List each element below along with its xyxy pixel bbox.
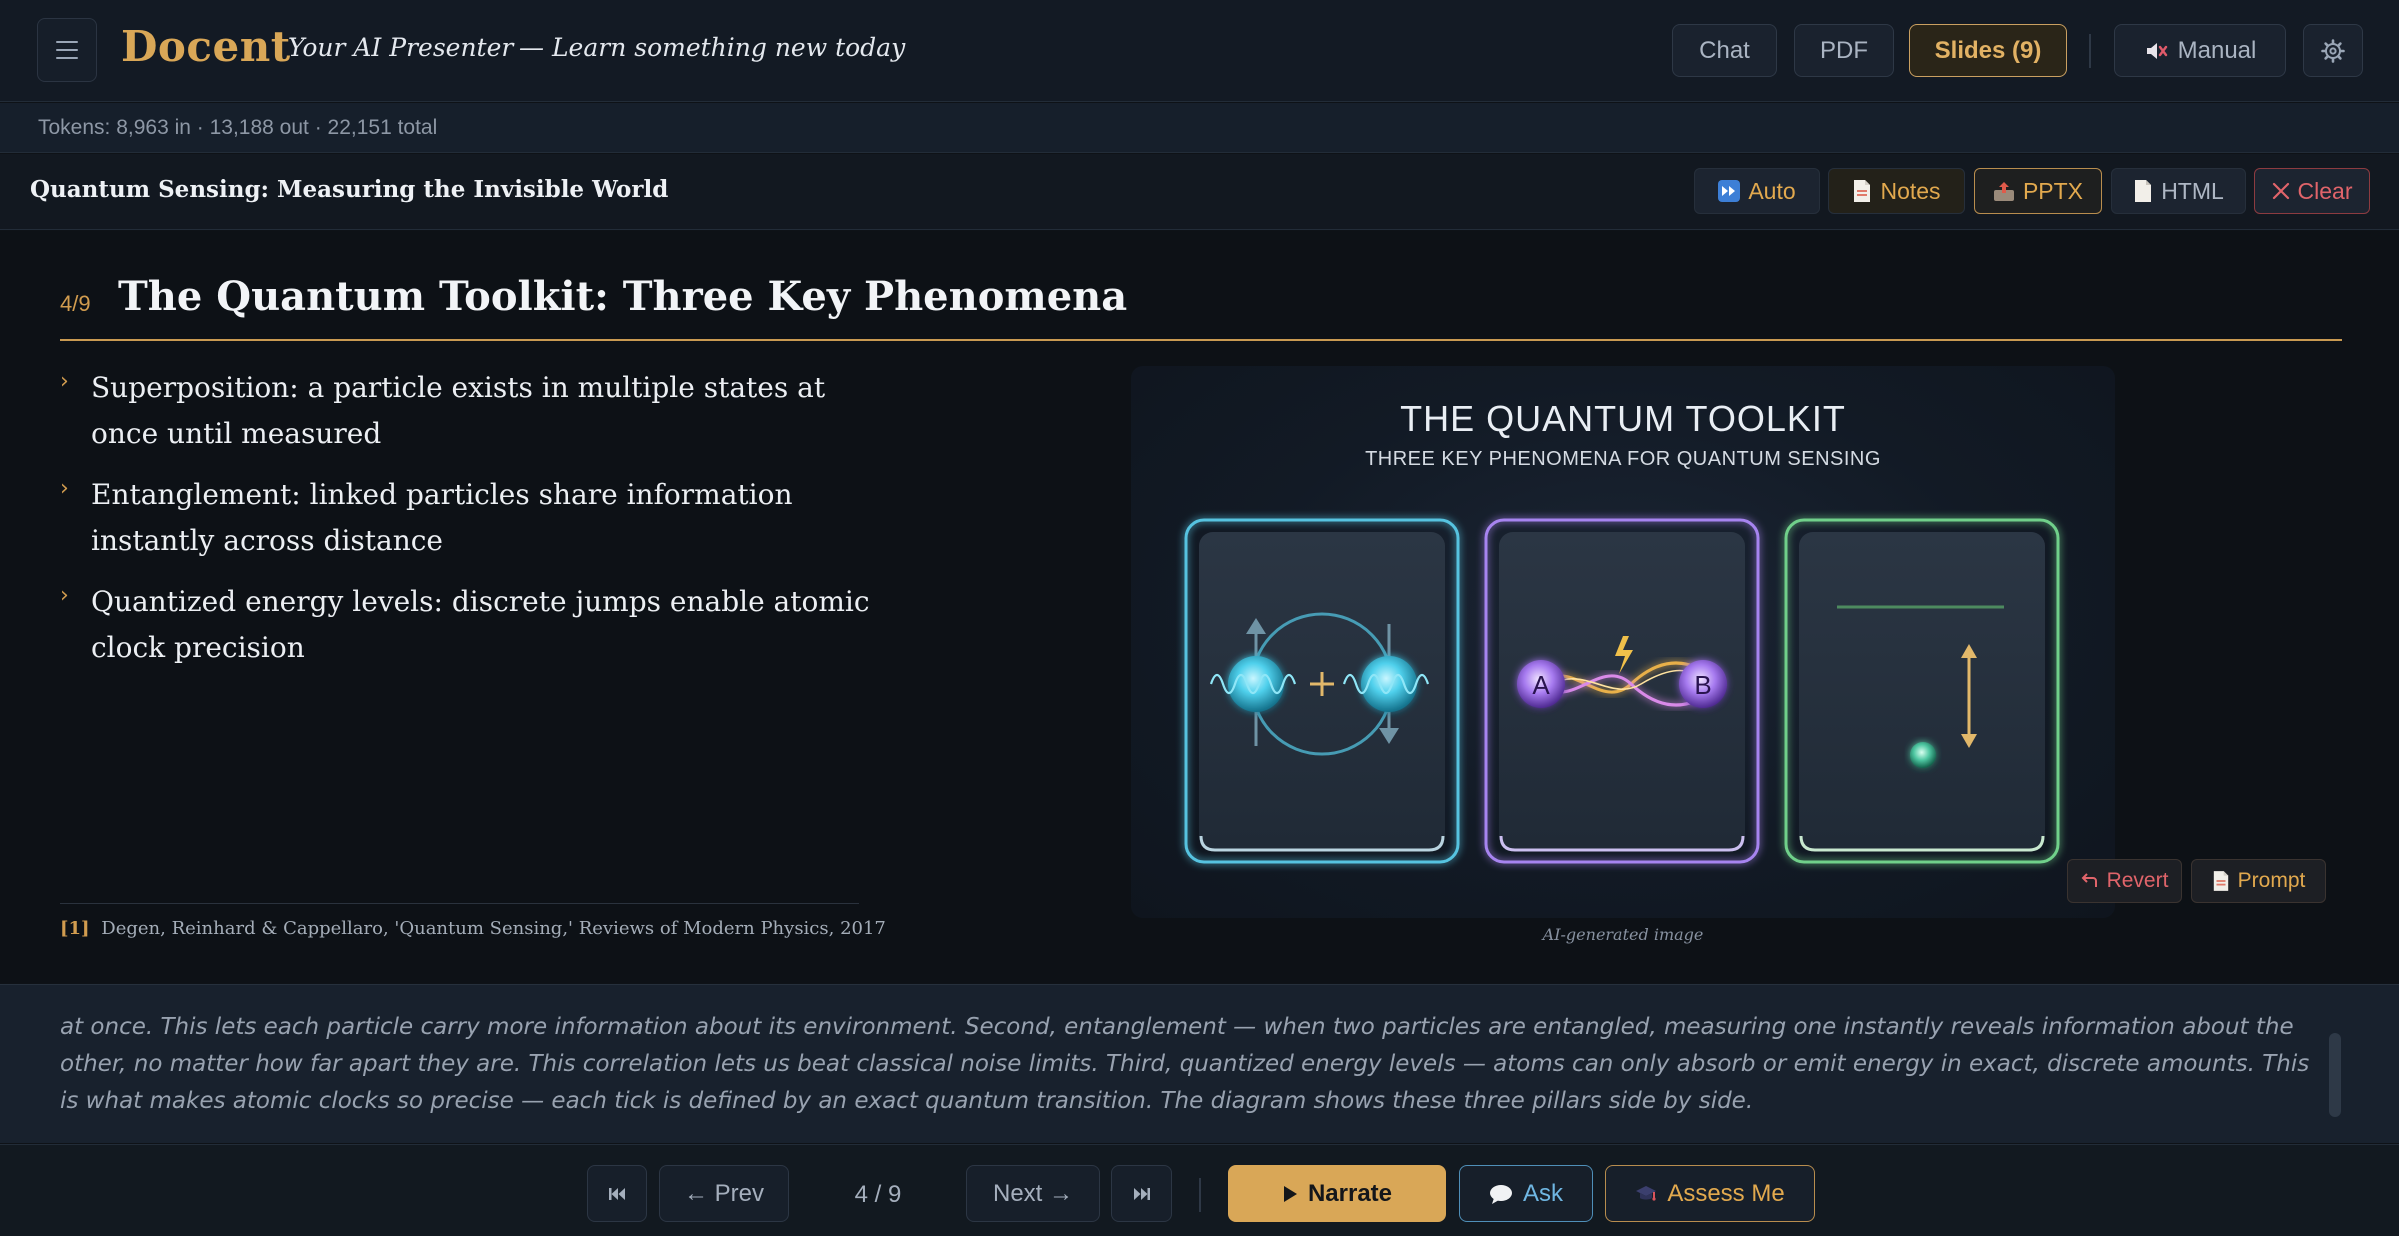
citation-marker: [1]	[60, 918, 90, 939]
prev-slide-button[interactable]: ← Prev	[659, 1165, 789, 1222]
slide-navigation: ← Prev 4 / 9 Next → Narrate Ask Assess M…	[0, 1144, 2399, 1236]
next-label: Next →	[992, 1179, 1073, 1207]
page-icon	[2135, 180, 2152, 202]
skip-to-end-icon	[1133, 1187, 1150, 1200]
notes-label: Notes	[1880, 177, 1941, 204]
revert-label: Revert	[2106, 869, 2169, 892]
assess-me-button[interactable]: Assess Me	[1605, 1165, 1815, 1222]
image-prompt-button[interactable]: Prompt	[2191, 859, 2326, 903]
last-slide-button[interactable]	[1111, 1165, 1172, 1222]
nav-divider	[1199, 1178, 1201, 1212]
brand-tagline: Your AI Presenter	[288, 33, 514, 62]
particle-b-label: B	[1694, 670, 1711, 700]
first-slide-button[interactable]	[587, 1165, 647, 1222]
notes-document-icon	[1854, 180, 1871, 202]
close-icon	[2272, 182, 2289, 200]
slides-tab-label: Slides (9)	[1934, 36, 2042, 64]
bullet-item: › Entanglement: linked particles share i…	[60, 472, 880, 564]
citation: [1] Degen, Reinhard & Cappellaro, 'Quant…	[60, 918, 886, 939]
gear-icon	[2321, 38, 2345, 63]
auto-label: Auto	[1748, 177, 1796, 204]
narration-panel[interactable]: at once. This lets each particle carry m…	[0, 984, 2399, 1143]
image-subtitle: THREE KEY PHENOMENA FOR QUANTUM SENSING	[1365, 448, 1881, 470]
narration-scroll-thumb[interactable]	[2329, 1033, 2341, 1117]
bullet-text: Entanglement: linked particles share inf…	[91, 478, 793, 557]
title-divider	[60, 339, 2342, 341]
ask-label: Ask	[1522, 1179, 1563, 1207]
html-label: HTML	[2161, 177, 2224, 204]
ask-button[interactable]: Ask	[1459, 1165, 1593, 1222]
slide-canvas: 4/9 The Quantum Toolkit: Three Key Pheno…	[0, 231, 2399, 983]
quantum-toolkit-illustration: THE QUANTUM TOOLKIT THREE KEY PHENOMENA …	[1184, 398, 2060, 864]
chevron-right-icon: ›	[60, 583, 69, 608]
citation-divider	[60, 903, 859, 904]
superposition-card	[1184, 518, 1460, 864]
chat-tab-label: Chat	[1699, 36, 1750, 64]
bullet-item: › Quantized energy levels: discrete jump…	[60, 579, 880, 671]
play-icon	[1283, 1185, 1297, 1202]
revert-image-button[interactable]: Revert	[2067, 859, 2182, 903]
token-usage-text: Tokens: 8,963 in · 13,188 out · 22,151 t…	[38, 116, 438, 139]
slide-image: THE QUANTUM TOOLKIT THREE KEY PHENOMENA …	[1131, 366, 2115, 918]
fast-forward-icon	[1718, 180, 1741, 202]
deck-toolbar: Quantum Sensing: Measuring the Invisible…	[0, 154, 2399, 230]
auto-button[interactable]: Auto	[1694, 168, 1820, 214]
slides-tab-button[interactable]: Slides (9)	[1909, 24, 2067, 77]
citation-text: Degen, Reinhard & Cappellaro, 'Quantum S…	[101, 918, 886, 939]
deck-title: Quantum Sensing: Measuring the Invisible…	[30, 176, 669, 203]
token-usage-bar: Tokens: 8,963 in · 13,188 out · 22,151 t…	[0, 103, 2399, 153]
prev-label: ← Prev	[683, 1179, 764, 1207]
bullet-text: Quantized energy levels: discrete jumps …	[91, 585, 870, 664]
clear-label: Clear	[2297, 177, 2353, 204]
slide-number: 4/9	[60, 291, 91, 316]
bullet-list: › Superposition: a particle exists in mu…	[60, 365, 880, 686]
assess-label: Assess Me	[1667, 1179, 1785, 1207]
pdf-tab-button[interactable]: PDF	[1794, 24, 1894, 77]
next-slide-button[interactable]: Next →	[966, 1165, 1100, 1222]
chevron-right-icon: ›	[60, 476, 69, 501]
slide-title: The Quantum Toolkit: Three Key Phenomena	[118, 273, 1128, 320]
skip-to-start-icon	[609, 1187, 625, 1200]
bullet-text: Superposition: a particle exists in mult…	[91, 371, 826, 450]
hamburger-icon	[56, 41, 78, 59]
pptx-export-button[interactable]: PPTX	[1974, 168, 2102, 214]
notes-button[interactable]: Notes	[1828, 168, 1965, 214]
bullet-item: › Superposition: a particle exists in mu…	[60, 365, 880, 457]
prompt-label: Prompt	[2237, 869, 2306, 892]
pptx-label: PPTX	[2022, 177, 2084, 204]
header-subtitle: — Learn something new today	[519, 33, 906, 62]
app-header: Docent Your AI Presenter — Learn somethi…	[0, 0, 2399, 102]
undo-arrow-icon	[2081, 873, 2097, 887]
page-indicator: 4 / 9	[854, 1181, 902, 1208]
graduation-cap-icon	[1636, 1185, 1657, 1201]
settings-button[interactable]	[2303, 24, 2363, 77]
clear-button[interactable]: Clear	[2254, 168, 2370, 214]
particle-a-label: A	[1532, 670, 1550, 700]
narrate-button[interactable]: Narrate	[1228, 1165, 1446, 1222]
manual-button[interactable]: Manual	[2114, 24, 2286, 77]
pdf-tab-label: PDF	[1820, 36, 1868, 64]
speech-bubble-icon	[1489, 1184, 1512, 1204]
menu-button[interactable]	[37, 18, 97, 82]
entanglement-card: A B	[1484, 518, 1760, 864]
outbox-tray-icon	[1993, 182, 2014, 201]
notes-document-icon	[2213, 871, 2228, 891]
html-export-button[interactable]: HTML	[2111, 168, 2246, 214]
image-title: THE QUANTUM TOOLKIT	[1400, 398, 1846, 439]
energy-levels-card	[1784, 518, 2060, 864]
narration-text: at once. This lets each particle carry m…	[60, 1014, 2310, 1114]
header-divider	[2089, 34, 2091, 68]
chat-tab-button[interactable]: Chat	[1672, 24, 1777, 77]
chevron-right-icon: ›	[60, 369, 69, 394]
muted-speaker-icon	[2146, 42, 2167, 59]
narrate-label: Narrate	[1307, 1179, 1393, 1207]
brand-logo: Docent	[121, 22, 291, 71]
image-caption: AI-generated image	[1542, 925, 1704, 944]
manual-label: Manual	[2177, 36, 2257, 64]
